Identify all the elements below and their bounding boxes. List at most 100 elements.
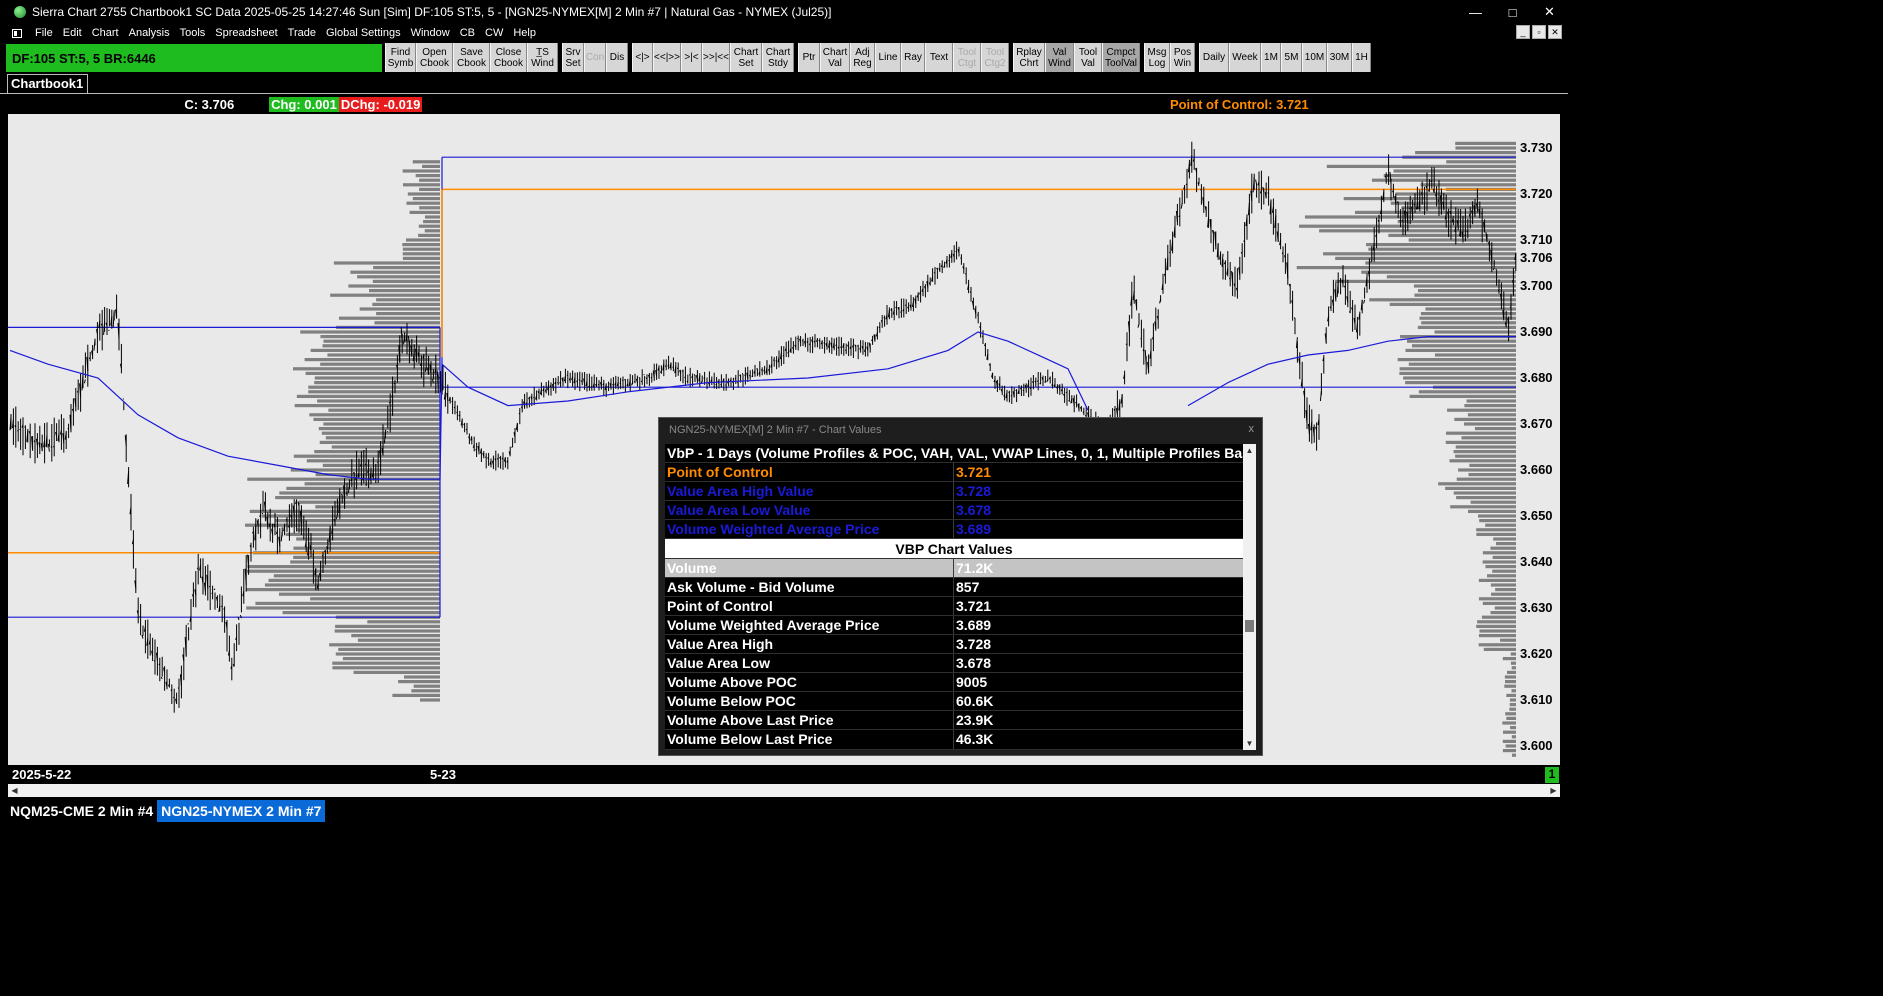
profile-bar (1483, 647, 1516, 651)
toolbar-button-tool-ctg2[interactable]: Tool Ctg2 (981, 43, 1009, 72)
toolbar-button-pos-win[interactable]: Pos Win (1170, 43, 1195, 72)
profile-bar (310, 597, 440, 601)
chartbook-tab[interactable]: Chartbook1 (7, 74, 88, 94)
scroll-thumb[interactable] (1245, 620, 1254, 632)
chart-horizontal-scrollbar[interactable]: ◀ ▶ (8, 784, 1560, 797)
toolbar-button-save-cbook[interactable]: Save Cbook (453, 43, 490, 72)
toolbar-button-srv-set[interactable]: Srv Set (562, 43, 584, 72)
menu-trade[interactable]: Trade (283, 27, 321, 39)
toolbar-button-chart-val[interactable]: Chart Val (820, 43, 850, 72)
toolbar-button-con[interactable]: Con (584, 43, 606, 72)
maximize-button[interactable]: □ (1494, 0, 1531, 24)
menu-global-settings[interactable]: Global Settings (321, 27, 406, 39)
toolbar-button-1m[interactable]: 1M (1261, 43, 1281, 72)
toolbar-button-text[interactable]: Text (925, 43, 953, 72)
chart-tab[interactable]: NQM25-CME 2 Min #4 (6, 800, 157, 822)
profile-bar (424, 229, 440, 233)
profile-bar (1464, 404, 1516, 408)
document-menu-icon[interactable] (12, 28, 22, 38)
profile-bar (246, 606, 440, 610)
toolbar-button-30m[interactable]: 30M (1327, 43, 1352, 72)
profile-bar (415, 174, 440, 178)
header-trades: T: 75 (238, 97, 268, 112)
price-label: 3.706 (1520, 250, 1553, 266)
menu-window[interactable]: Window (406, 27, 455, 39)
chart-values-scrollbar[interactable]: ▲ ▼ (1243, 444, 1256, 750)
chart-values-window[interactable]: NGN25-NYMEX[M] 2 Min #7 - Chart Values x… (658, 417, 1263, 756)
profile-bar (1409, 394, 1516, 398)
chart-values-titlebar[interactable]: NGN25-NYMEX[M] 2 Min #7 - Chart Values x (659, 418, 1262, 441)
toolbar-button-tool-ctgt[interactable]: Tool Ctgt (953, 43, 981, 72)
menu-help[interactable]: Help (508, 27, 541, 39)
time-label: 14:34 (1058, 767, 1092, 782)
toolbar-button-5m[interactable]: 5M (1281, 43, 1302, 72)
scroll-up-icon[interactable]: ▲ (1243, 444, 1256, 457)
toolbar-button-msg-log[interactable]: Msg Log (1144, 43, 1170, 72)
menu-cb[interactable]: CB (455, 27, 480, 39)
menu-spreadsheet[interactable]: Spreadsheet (210, 27, 282, 39)
toolbar-button-1h[interactable]: 1H (1352, 43, 1371, 72)
close-button[interactable]: ✕ (1531, 0, 1568, 24)
toolbar-button-chart-set[interactable]: Chart Set (730, 43, 762, 72)
toolbar-button-t-s-wind[interactable]: T̲S Wind (527, 43, 558, 72)
profile-bar (1511, 735, 1516, 739)
toolbar-button-dis[interactable]: Dis (606, 43, 628, 72)
profile-bar (1505, 712, 1516, 716)
toolbar-button-close-cbook[interactable]: Close Cbook (490, 43, 527, 72)
menu-tools[interactable]: Tools (175, 27, 211, 39)
menu-analysis[interactable]: Analysis (124, 27, 175, 39)
profile-bar (351, 634, 440, 638)
toolbar-button-find-symb[interactable]: Find Symb (385, 43, 416, 72)
toolbar-button-10m[interactable]: 10M (1302, 43, 1327, 72)
time-label: 2025-5-22 (10, 767, 74, 782)
profile-bar (373, 266, 440, 270)
minimize-button[interactable]: — (1457, 0, 1494, 24)
scroll-down-icon[interactable]: ▼ (1243, 737, 1256, 750)
toolbar-button-line[interactable]: Line (875, 43, 901, 72)
menu-chart[interactable]: Chart (87, 27, 124, 39)
toolbar-button-ray[interactable]: Ray (901, 43, 925, 72)
toolbar-button-daily[interactable]: Daily (1199, 43, 1229, 72)
toolbar-button-tool-val[interactable]: Tool Val (1074, 43, 1102, 72)
row-value: 3.689 (956, 521, 992, 538)
toolbar-button-open-cbook[interactable]: Open Cbook (416, 43, 453, 72)
menu-edit[interactable]: Edit (58, 27, 87, 39)
child-minimize-button[interactable]: _ (1516, 25, 1530, 39)
time-label: 21:06 (1379, 767, 1413, 782)
toolbar-button-chart-stdy[interactable]: Chart Stdy (762, 43, 794, 72)
profile-bar (328, 408, 440, 412)
chart-tab[interactable]: NGN25-NYMEX 2 Min #7 (157, 800, 326, 822)
price-label: 3.640 (1520, 554, 1553, 569)
toolbar-button-ptr[interactable]: Ptr (798, 43, 820, 72)
profile-bar (323, 339, 440, 343)
row-label: VbP - 1 Days (Volume Profiles & POC, VAH… (667, 445, 1243, 462)
profile-bar (405, 238, 440, 242)
chart-values-close-button[interactable]: x (1249, 423, 1255, 435)
toolbar-button-cmpct-toolval[interactable]: Cmpct ToolVal (1102, 43, 1140, 72)
time-label: 7:30 (734, 767, 761, 782)
toolbar-button-week[interactable]: Week (1229, 43, 1261, 72)
profile-bar (335, 624, 440, 628)
toolbar-button-[interactable]: <<|>> (653, 43, 681, 72)
price-bar-tick (638, 377, 641, 379)
price-label: 3.610 (1520, 692, 1553, 707)
menu-file[interactable]: File (30, 27, 58, 39)
profile-bar (320, 335, 440, 339)
profile-bar (1492, 569, 1516, 573)
price-bar-tick (895, 306, 897, 309)
price-bar-tick (624, 379, 626, 381)
toolbar-button-adj-reg[interactable]: Adj Reg (850, 43, 875, 72)
toolbar-button-rplay-chrt[interactable]: Rplay Chrt (1013, 43, 1045, 72)
scroll-right-icon[interactable]: ▶ (1547, 784, 1560, 797)
child-restore-button[interactable]: ▫ (1532, 25, 1546, 39)
profile-bar (1453, 491, 1516, 495)
child-close-button[interactable]: ✕ (1548, 25, 1562, 39)
menu-cw[interactable]: CW (480, 27, 508, 39)
toolbar-button-[interactable]: >|< (681, 43, 702, 72)
toolbar-button-[interactable]: >>|<< (702, 43, 730, 72)
toolbar-button-val-wind[interactable]: Val Wind (1045, 43, 1074, 72)
profile-bar (275, 519, 440, 523)
row-value: 3.721 (956, 464, 992, 481)
toolbar-button-[interactable]: <|> (632, 43, 653, 72)
scroll-left-icon[interactable]: ◀ (8, 784, 21, 797)
